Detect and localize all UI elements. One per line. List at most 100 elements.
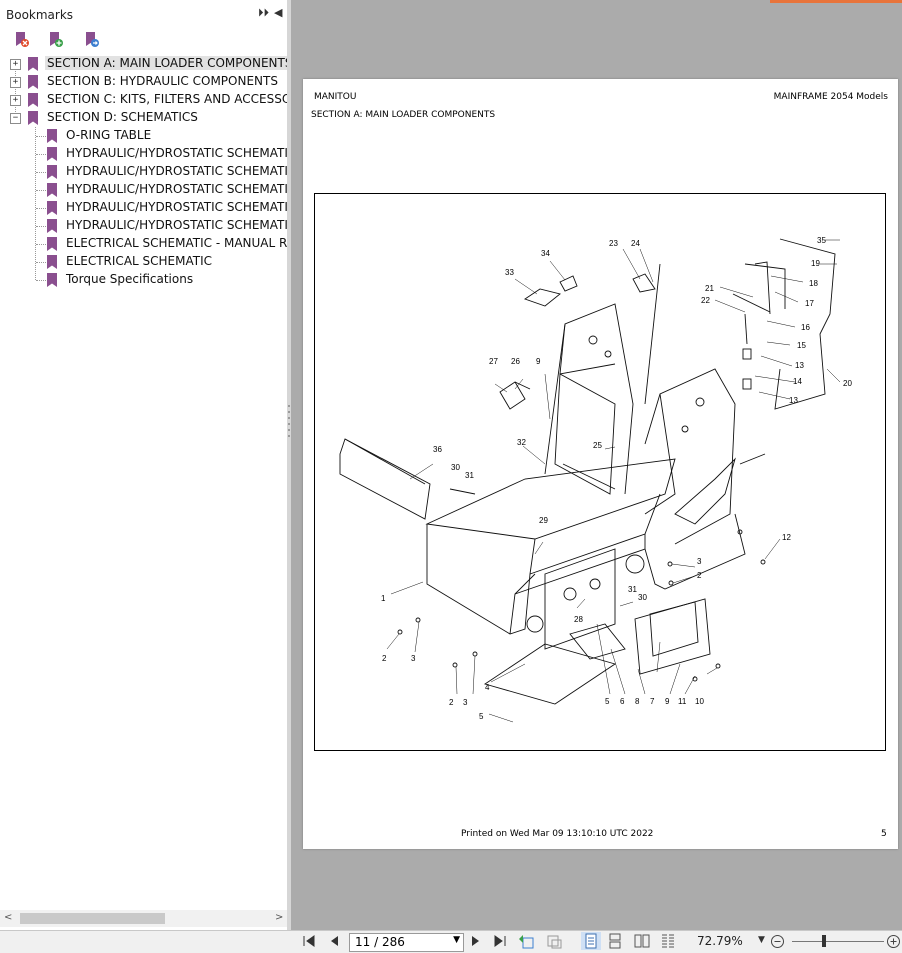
chevron-down-icon[interactable]: ▼ <box>453 935 460 945</box>
callout-3: 3 <box>411 654 416 663</box>
bookmark-icon <box>47 219 57 233</box>
bookmark-item-torque-specifications[interactable]: Torque Specifications <box>0 271 287 289</box>
tree-guide <box>36 208 46 209</box>
callout-24: 24 <box>631 239 640 248</box>
bookmark-item-o-ring-table[interactable]: O-RING TABLE <box>0 127 287 145</box>
bookmark-item-section-b[interactable]: + SECTION B: HYDRAULIC COMPONENTS <box>0 73 287 91</box>
doc-section-title: SECTION A: MAIN LOADER COMPONENTS <box>311 110 496 120</box>
bookmark-item-section-c[interactable]: + SECTION C: KITS, FILTERS AND ACCESSOF <box>0 91 287 109</box>
callout-26: 26 <box>511 357 520 366</box>
scroll-left-arrow-icon[interactable]: < <box>4 912 12 923</box>
bookmark-item-electrical-schematic-manual[interactable]: ELECTRICAL SCHEMATIC - MANUAL REL <box>0 235 287 253</box>
go-to-bookmark-icon[interactable] <box>84 31 100 49</box>
first-page-icon[interactable] <box>302 934 316 948</box>
bookmark-icon <box>47 183 57 197</box>
callout-3c: 3 <box>697 557 702 566</box>
callout-8: 8 <box>635 697 640 706</box>
bookmark-item-hydraulic-schematic[interactable]: HYDRAULIC/HYDROSTATIC SCHEMATIC <box>0 163 287 181</box>
bookmark-label: Torque Specifications <box>66 272 194 286</box>
bookmark-item-electrical-schematic[interactable]: ELECTRICAL SCHEMATIC <box>0 253 287 271</box>
bookmark-label: SECTION B: HYDRAULIC COMPONENTS <box>47 74 278 88</box>
tree-guide <box>36 244 46 245</box>
callout-19: 19 <box>811 259 820 268</box>
bookmark-icon <box>47 147 57 161</box>
scroll-right-arrow-icon[interactable]: > <box>275 912 283 923</box>
bookmark-label: ELECTRICAL SCHEMATIC - MANUAL REL <box>66 236 287 250</box>
collapse-toggle-icon[interactable]: − <box>10 113 21 124</box>
bookmark-item-section-d[interactable]: − SECTION D: SCHEMATICS <box>0 109 287 127</box>
tree-guide <box>36 172 46 173</box>
panel-splitter[interactable] <box>287 0 291 930</box>
bookmark-item-hydraulic-schematic[interactable]: HYDRAULIC/HYDROSTATIC SCHEMATIC <box>0 217 287 235</box>
bookmark-tree: + SECTION A: MAIN LOADER COMPONENTS + SE… <box>0 55 287 905</box>
bookmark-item-hydraulic-schematic[interactable]: HYDRAULIC/HYDROSTATIC SCHEMATIC <box>0 145 287 163</box>
doc-page-number: 5 <box>881 829 887 839</box>
exploded-parts-diagram: 1 2 3 2 3 4 5 5 6 8 7 9 11 10 12 3 2 30 … <box>339 236 852 723</box>
callout-23: 23 <box>609 239 618 248</box>
two-page-continuous-icon[interactable] <box>660 933 676 949</box>
bookmark-item-hydraulic-schematic[interactable]: HYDRAULIC/HYDROSTATIC SCHEMATIC <box>0 199 287 217</box>
callout-30b: 30 <box>451 463 460 472</box>
callout-2c: 2 <box>697 571 702 580</box>
go-forward-view-icon[interactable] <box>545 933 563 949</box>
last-page-icon[interactable] <box>493 934 507 948</box>
doc-brand: MANITOU <box>314 92 357 102</box>
window-accent-bar <box>770 0 902 3</box>
callout-1: 1 <box>381 594 386 603</box>
page-indicator: 11 / 286 <box>355 935 405 949</box>
bookmark-label: SECTION C: KITS, FILTERS AND ACCESSOF <box>47 92 287 106</box>
expand-panel-button[interactable]: ⏵⏵ <box>258 6 269 20</box>
callout-4: 4 <box>485 683 490 692</box>
callout-5b: 5 <box>605 697 610 706</box>
two-page-view-icon[interactable] <box>634 933 650 949</box>
callout-labels: 1 2 3 2 3 4 5 5 6 8 7 9 11 10 12 3 2 30 … <box>381 236 852 721</box>
zoom-slider-thumb[interactable] <box>822 935 826 947</box>
bookmark-item-section-a[interactable]: + SECTION A: MAIN LOADER COMPONENTS <box>0 55 287 73</box>
tree-guide <box>36 154 46 155</box>
document-page: MANITOU MAINFRAME 2054 Models SECTION A:… <box>303 79 898 849</box>
callout-30: 30 <box>638 593 647 602</box>
scrollbar-thumb[interactable] <box>20 913 165 924</box>
single-page-view-icon[interactable] <box>581 932 601 950</box>
bookmark-label: SECTION A: MAIN LOADER COMPONENTS <box>45 56 287 70</box>
bookmark-icon <box>47 255 57 269</box>
callout-29: 29 <box>539 516 548 525</box>
bookmark-horizontal-scrollbar[interactable]: < > <box>0 910 287 927</box>
callout-13b: 13 <box>789 396 798 405</box>
bookmark-label: HYDRAULIC/HYDROSTATIC SCHEMATIC <box>66 218 287 232</box>
callout-10: 10 <box>695 697 704 706</box>
bookmarks-panel-title: Bookmarks <box>6 8 74 22</box>
page-number-input[interactable]: 11 / 286 ▼ <box>349 933 464 952</box>
previous-page-icon[interactable] <box>328 934 340 948</box>
bookmark-label: HYDRAULIC/HYDROSTATIC SCHEMATIC <box>66 182 287 196</box>
callout-25: 25 <box>593 441 602 450</box>
expand-toggle-icon[interactable]: + <box>10 95 21 106</box>
bookmark-label: HYDRAULIC/HYDROSTATIC SCHEMATIC <box>66 164 287 178</box>
navigation-toolbar: 11 / 286 ▼ 72.79% ▼ <box>0 930 902 953</box>
bookmark-icon <box>28 111 38 125</box>
callout-9: 9 <box>665 697 670 706</box>
go-back-view-icon[interactable] <box>518 933 536 949</box>
zoom-in-icon[interactable] <box>886 934 901 949</box>
callout-6: 6 <box>620 697 625 706</box>
bookmark-label: SECTION D: SCHEMATICS <box>47 110 198 124</box>
expand-toggle-icon[interactable]: + <box>10 77 21 88</box>
bookmark-item-hydraulic-schematic[interactable]: HYDRAULIC/HYDROSTATIC SCHEMATIC <box>0 181 287 199</box>
expand-toggle-icon[interactable]: + <box>10 59 21 70</box>
zoom-slider[interactable] <box>792 941 884 942</box>
next-page-icon[interactable] <box>470 934 482 948</box>
callout-2: 2 <box>382 654 387 663</box>
zoom-level[interactable]: 72.79% <box>697 934 743 948</box>
zoom-dropdown-icon[interactable]: ▼ <box>758 935 765 945</box>
add-bookmark-icon[interactable] <box>48 31 64 49</box>
bookmark-label: O-RING TABLE <box>66 128 152 142</box>
callout-9b: 9 <box>536 357 541 366</box>
zoom-out-icon[interactable] <box>770 934 785 949</box>
callout-31: 31 <box>628 585 637 594</box>
delete-bookmark-icon[interactable] <box>14 31 30 49</box>
callout-31b: 31 <box>465 471 474 480</box>
bookmark-icon <box>47 201 57 215</box>
continuous-view-icon[interactable] <box>607 933 623 949</box>
callout-22: 22 <box>701 296 710 305</box>
collapse-panel-button[interactable]: ◀ <box>274 6 282 19</box>
